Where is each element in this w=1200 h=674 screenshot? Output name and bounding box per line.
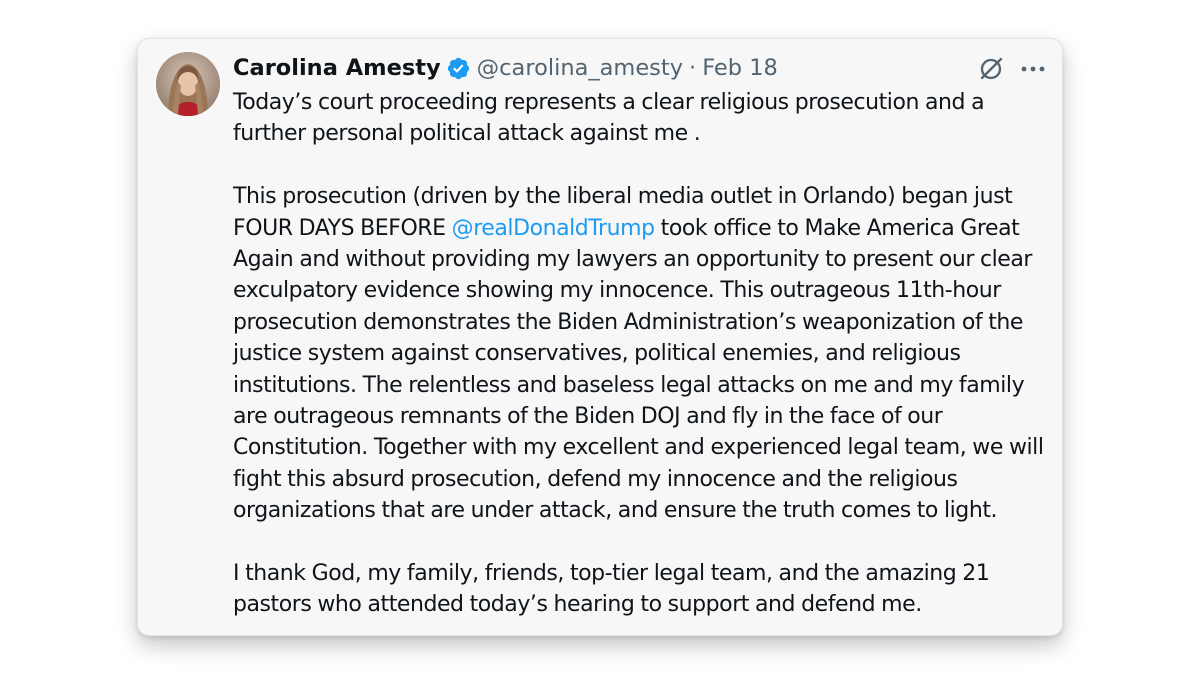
- tweet-paragraph: Today’s court proceeding represents a cl…: [233, 90, 985, 147]
- tweet-header: Carolina Amesty @carolina_amesty · Feb 1…: [233, 53, 778, 83]
- tweet-paragraph: I thank God, my family, friends, top-tie…: [233, 561, 990, 618]
- grok-icon[interactable]: [976, 54, 1006, 84]
- author-display-name[interactable]: Carolina Amesty: [233, 53, 441, 83]
- header-separator: ·: [689, 55, 697, 81]
- tweet-paragraph: This prosecution (driven by the liberal …: [233, 181, 1051, 526]
- tweet-date[interactable]: Feb 18: [702, 53, 778, 83]
- tweet-text: Today’s court proceeding represents a cl…: [233, 87, 1051, 621]
- author-handle[interactable]: @carolina_amesty: [477, 53, 683, 83]
- avatar-photo-icon: [156, 52, 220, 116]
- tweet-actions: [976, 54, 1048, 84]
- tweet-card[interactable]: Carolina Amesty @carolina_amesty · Feb 1…: [137, 38, 1063, 636]
- tweet-text-segment: took office to Make America Great Again …: [233, 215, 1044, 524]
- more-options-icon[interactable]: [1018, 54, 1048, 84]
- mention-link[interactable]: @realDonaldTrump: [452, 216, 655, 241]
- verified-badge-icon: [446, 56, 471, 81]
- author-avatar[interactable]: [156, 52, 220, 116]
